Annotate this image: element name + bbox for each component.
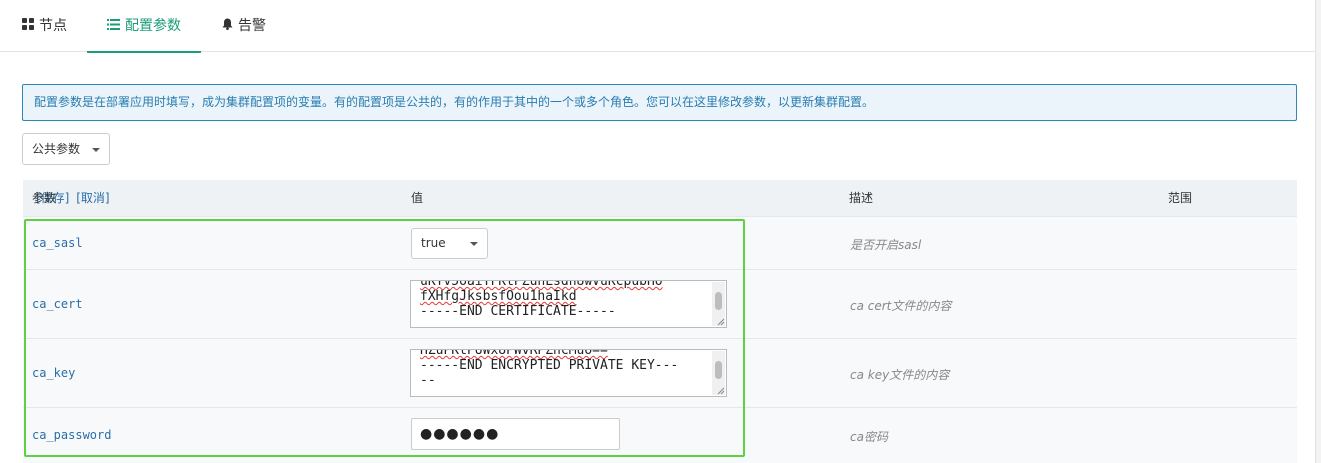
tab-bar: 节点 配置参数 告警 [0, 0, 1316, 53]
table-header: 参数 [保存] [取消] 值 描述 范围 [23, 180, 1297, 216]
grid-icon [22, 0, 34, 53]
table-row: ca_cert uKYv5oaiYFKtPZuhLsdn8wVuKcpubHo … [23, 269, 1297, 338]
table-row: ca_password ●●●●●● ca密码 [23, 407, 1297, 463]
textarea-line: -----END CERTIFICATE----- [420, 304, 616, 319]
cluster-panel: 节点 配置参数 告警 配置参数是在部署应用时填写，成为集群配置项的变量。有的配置… [0, 0, 1316, 463]
ca-key-textarea[interactable]: HZuPKtPUWx8PWvRPZhcMuo== -----END ENCRYP… [410, 349, 727, 397]
header-param: 参数 [32, 191, 57, 205]
param-desc: ca key文件的内容 [850, 368, 950, 382]
textarea-line: uKYv5oaiYFKtPZuhLsdn8wVuKcpubHo [420, 280, 663, 289]
scope-select[interactable]: 公共参数 [22, 133, 110, 165]
textarea-line: -- [420, 373, 436, 388]
info-alert: 配置参数是在部署应用时填写，成为集群配置项的变量。有的配置项是公共的，有的作用于… [22, 84, 1297, 121]
cancel-link[interactable]: [取消] [76, 191, 109, 205]
table-row: ca_key HZuPKtPUWx8PWvRPZhcMuo== -----END… [23, 338, 1297, 407]
header-range: 范围 [1168, 191, 1193, 205]
param-desc: ca密码 [850, 430, 888, 444]
caret-down-icon [470, 242, 478, 246]
scope-select-value: 公共参数 [32, 142, 81, 156]
param-name: ca_cert [32, 297, 83, 311]
param-name: ca_sasl [32, 236, 83, 250]
tab-alerts[interactable]: 告警 [222, 0, 266, 52]
ca-cert-textarea[interactable]: uKYv5oaiYFKtPZuhLsdn8wVuKcpubHo fXHfgJks… [410, 280, 727, 328]
tab-nodes[interactable]: 节点 [22, 0, 67, 52]
resize-grip-icon[interactable] [715, 385, 725, 395]
tab-config-params[interactable]: 配置参数 [87, 0, 201, 53]
header-desc: 描述 [849, 191, 874, 205]
header-value: 值 [411, 191, 424, 205]
tab-config-params-label: 配置参数 [125, 18, 181, 34]
textarea-line: -----END ENCRYPTED PRIVATE KEY--- [420, 358, 679, 373]
param-desc: 是否开启sasl [850, 238, 922, 252]
tab-nodes-label: 节点 [39, 18, 67, 34]
resize-grip-icon[interactable] [715, 316, 725, 326]
textarea-line: HZuPKtPUWx8PWvRPZhcMuo== [420, 349, 608, 358]
list-icon [107, 0, 120, 53]
bell-icon [222, 0, 233, 53]
param-name: ca_password [32, 428, 112, 442]
textarea-line: fXHfgJksbsfOou1haIkd [420, 289, 577, 304]
param-name: ca_key [32, 366, 76, 380]
ca-password-input[interactable]: ●●●●●● [411, 418, 620, 450]
table-row: ca_sasl true 是否开启sasl [23, 216, 1297, 269]
ca-sasl-select[interactable]: true [411, 228, 488, 259]
scrollbar-thumb[interactable] [715, 292, 722, 310]
tab-alerts-label: 告警 [238, 18, 266, 34]
caret-down-icon [92, 148, 100, 152]
scrollbar-thumb[interactable] [715, 361, 722, 379]
param-desc: ca cert文件的内容 [850, 299, 952, 313]
ca-sasl-select-value: true [421, 236, 446, 250]
